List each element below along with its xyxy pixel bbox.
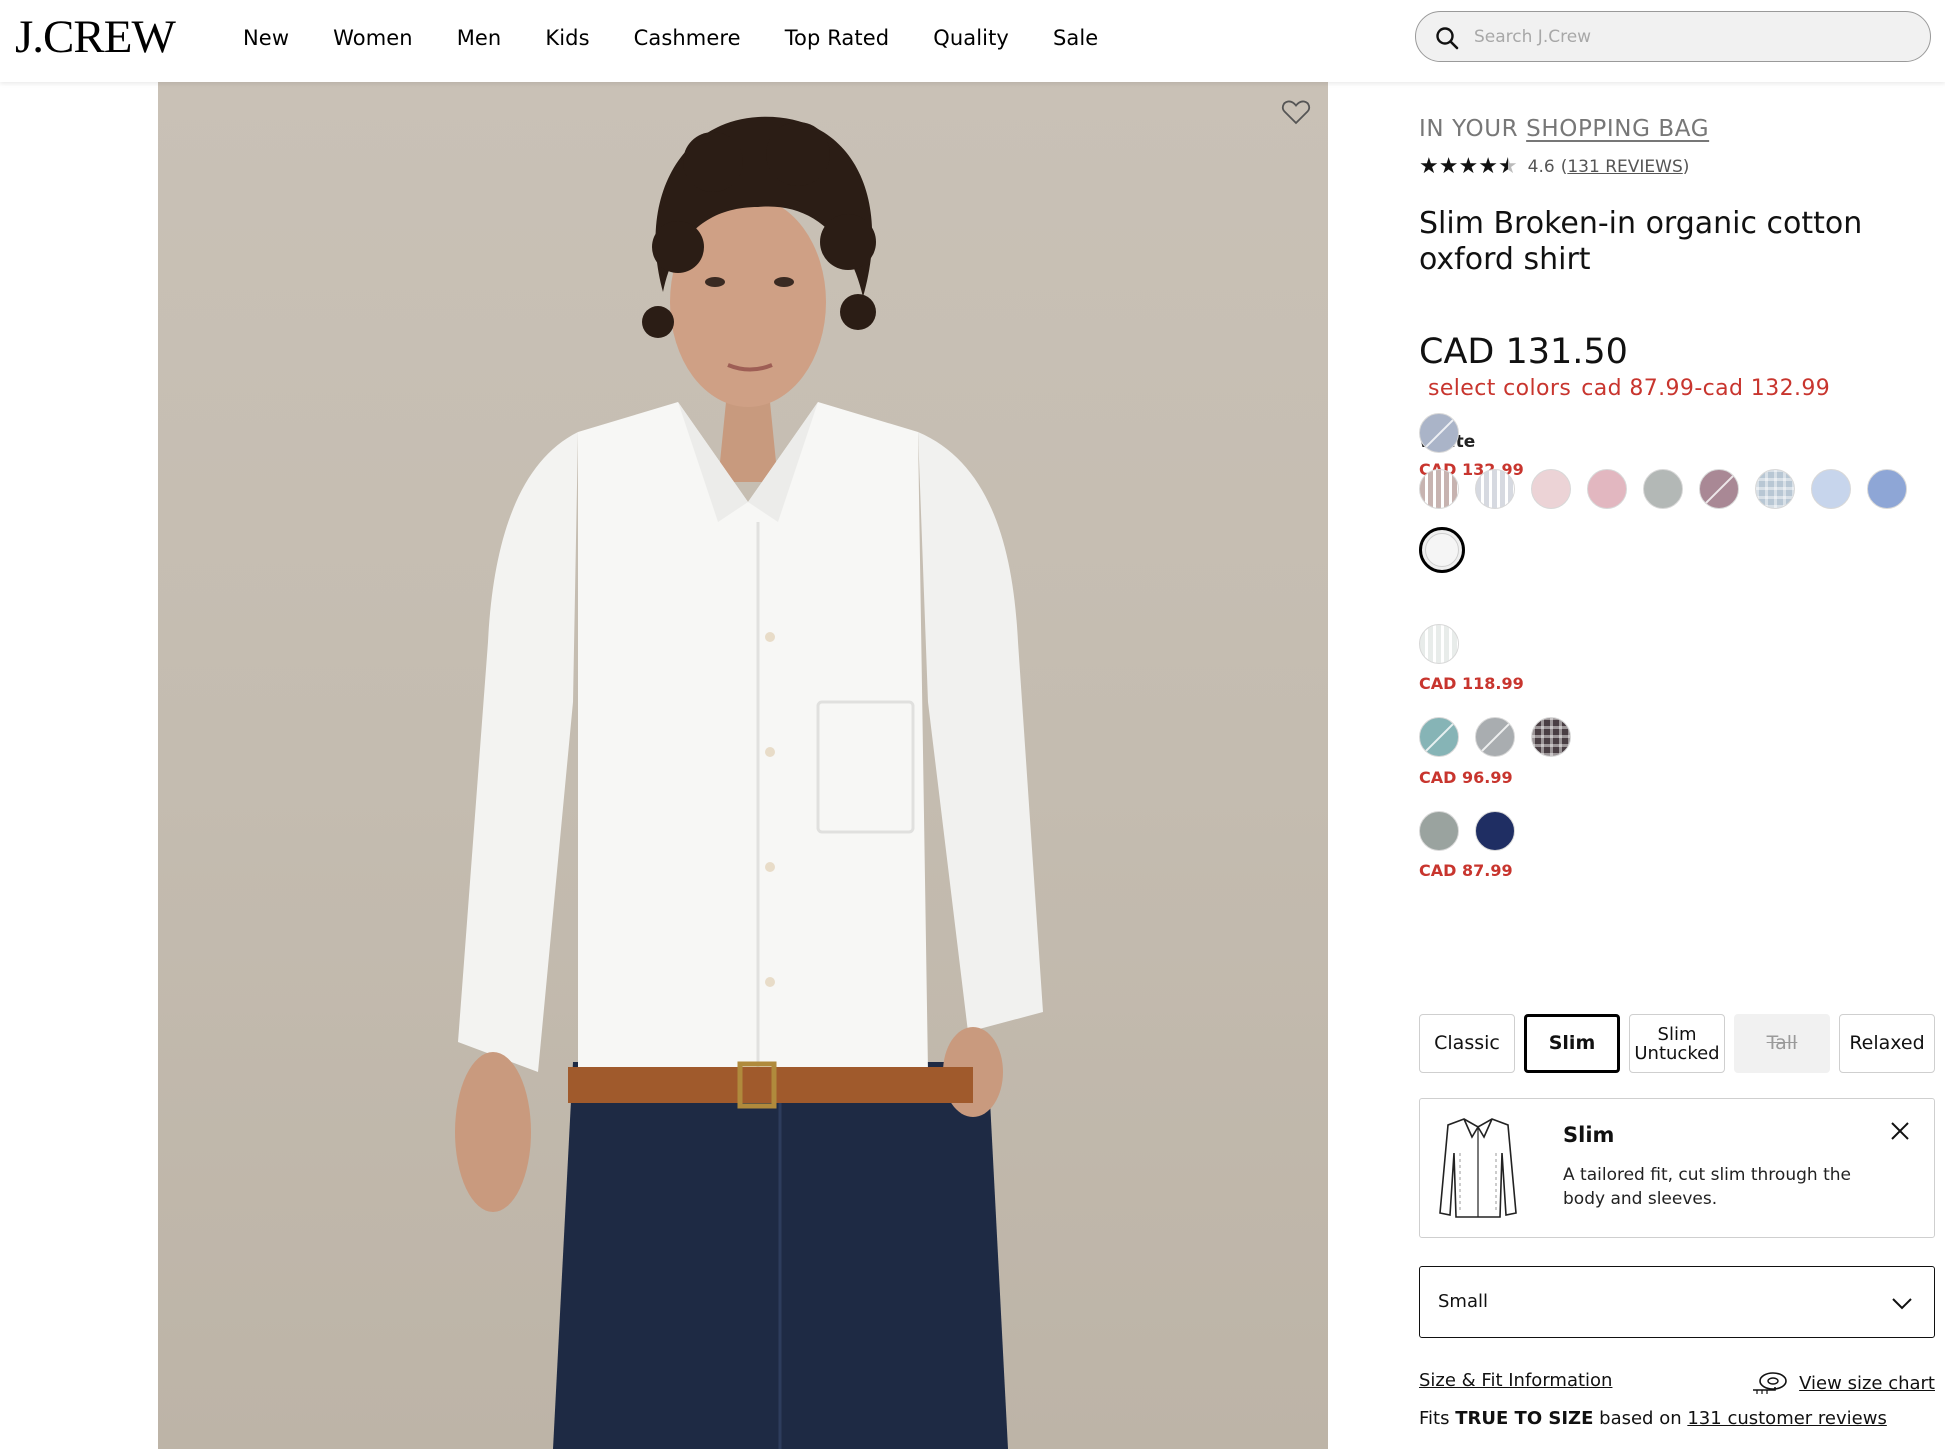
tts-bold: TRUE TO SIZE [1455,1408,1594,1429]
color-swatch[interactable] [1531,717,1571,757]
color-swatch[interactable] [1419,717,1459,757]
sale-prefix: select colors [1428,376,1572,401]
color-swatch[interactable] [1699,469,1739,509]
nav-kids[interactable]: Kids [545,26,589,50]
star-rating: ★ ★ ★ ★ ★ [1419,156,1518,178]
color-swatch-selected[interactable] [1419,527,1465,573]
size-select-value: Small [1438,1291,1488,1312]
measuring-tape-icon [1753,1372,1787,1394]
fit-slim-button[interactable]: Slim [1524,1014,1620,1073]
sale-range: cad 87.99-cad 132.99 [1581,376,1831,401]
fit-relaxed-button[interactable]: Relaxed [1839,1014,1935,1073]
color-swatch[interactable] [1811,469,1851,509]
color-swatch[interactable] [1867,469,1907,509]
star-icon: ★ [1478,154,1498,179]
rating-value: 4.6 [1527,157,1555,177]
tts-prefix: Fits [1419,1408,1450,1429]
view-size-chart-link[interactable]: View size chart [1799,1373,1935,1394]
size-select[interactable]: Small [1419,1266,1935,1338]
color-swatch[interactable] [1475,717,1515,757]
color-swatch[interactable] [1587,469,1627,509]
shirt-icon [1439,1118,1517,1218]
product-price: CAD 131.50 [1419,332,1628,372]
bag-prefix: IN YOUR [1419,116,1519,142]
heart-icon[interactable] [1280,96,1312,128]
product-title: Slim Broken-in organic cotton oxford shi… [1419,206,1863,277]
fit-name: Slim [1563,1123,1615,1147]
fit-description: A tailored fit, cut slim through the bod… [1563,1165,1851,1209]
nav-sale[interactable]: Sale [1053,26,1098,50]
unavailable-slash [1702,471,1738,507]
unavailable-slash [1478,719,1514,755]
product-image[interactable] [158,82,1328,1449]
nav-cashmere[interactable]: Cashmere [634,26,741,50]
chevron-down-icon[interactable] [1890,1291,1914,1315]
nav-men[interactable]: Men [457,26,502,50]
nav-new[interactable]: New [243,26,289,50]
reviews-open-paren: ( [1560,157,1568,177]
color-swatch[interactable] [1475,469,1515,509]
reviews-close-paren: ) [1682,157,1690,177]
search-icon[interactable] [1434,25,1460,51]
tts-middle: based on [1599,1408,1682,1429]
in-bag-notice: IN YOUR SHOPPING BAG [1419,116,1709,142]
customer-reviews-link[interactable]: 131 customer reviews [1687,1408,1886,1429]
search-bar[interactable] [1415,11,1931,62]
sale-price-range: select colors cad 87.99-cad 132.99 [1428,376,1830,401]
size-chart-link-group[interactable]: View size chart [1751,1370,1935,1396]
half-star-icon: ★ [1497,154,1518,179]
color-swatch[interactable] [1419,469,1459,509]
shopping-bag-link[interactable]: SHOPPING BAG [1526,116,1709,142]
site-header: J.CREW New Women Men Kids Cashmere Top R… [0,0,1945,82]
jcrew-logo[interactable]: J.CREW [15,9,176,65]
color-group-price: CAD 87.99 [1419,861,1513,880]
nav-women[interactable]: Women [333,26,413,50]
color-swatch[interactable] [1419,811,1459,851]
color-swatch[interactable] [1419,413,1459,453]
color-swatch[interactable] [1419,624,1459,664]
color-swatch[interactable] [1643,469,1683,509]
fit-slim-untucked-button[interactable]: Slim Untucked [1629,1014,1725,1073]
fit-selector: Classic Slim Slim Untucked Tall Relaxed [1419,1014,1935,1073]
main-nav: New Women Men Kids Cashmere Top Rated Qu… [243,0,1142,76]
color-group-price: CAD 118.99 [1419,674,1524,693]
fit-tall-button[interactable]: Tall [1734,1014,1830,1073]
unavailable-slash [1422,415,1458,451]
color-swatch[interactable] [1755,469,1795,509]
fit-classic-button[interactable]: Classic [1419,1014,1515,1073]
size-links: Size & Fit Information View size chart [1419,1366,1935,1396]
search-input[interactable] [1472,20,1916,54]
model-photo [455,116,1043,1449]
color-swatch[interactable] [1475,811,1515,851]
true-to-size-note: Fits TRUE TO SIZE based on 131 customer … [1419,1408,1887,1429]
close-icon[interactable] [1888,1119,1912,1143]
unavailable-slash [1422,719,1458,755]
size-fit-info-link[interactable]: Size & Fit Information [1419,1370,1612,1391]
star-icon: ★ [1438,154,1459,179]
color-swatch[interactable] [1531,469,1571,509]
product-rating: ★ ★ ★ ★ ★ 4.6 (131 REVIEWS) [1419,156,1689,178]
star-icon: ★ [1458,154,1479,179]
nav-quality[interactable]: Quality [933,26,1009,50]
nav-top-rated[interactable]: Top Rated [785,26,890,50]
color-group-price: CAD 96.99 [1419,768,1513,787]
fit-info-card: Slim A tailored fit, cut slim through th… [1419,1098,1935,1238]
reviews-link[interactable]: 131 REVIEWS [1567,157,1682,177]
star-icon: ★ [1419,154,1439,179]
